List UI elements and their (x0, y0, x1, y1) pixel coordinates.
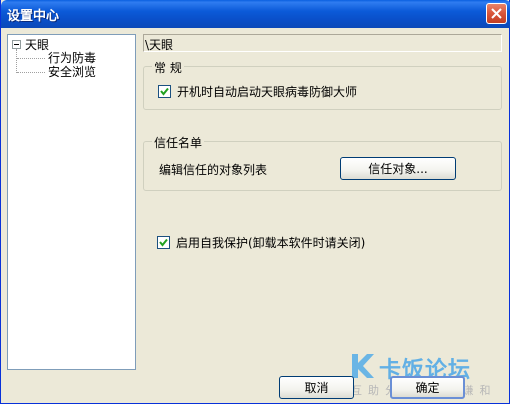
close-icon (491, 8, 502, 19)
ok-button[interactable]: 确定 (390, 376, 465, 399)
close-button[interactable] (486, 3, 507, 24)
breadcrumb: \天眼 (143, 34, 502, 52)
trust-group: 信任名单 编辑信任的对象列表 信任对象... (143, 134, 502, 191)
settings-tree[interactable]: 天眼 行为防毒 安全浏览 (7, 34, 136, 370)
general-group: 常 规 开机时自动启动天眼病毒防御大师 (143, 59, 502, 110)
settings-window: 设置中心 天眼 行为防毒 安全浏览 \天眼 常 规 开机时自动启动天眼病毒防御大… (0, 0, 510, 404)
tree-connector (16, 49, 17, 73)
checkmark-icon (160, 87, 169, 96)
tree-item-browsing[interactable]: 安全浏览 (48, 65, 96, 79)
tree-connector (17, 72, 45, 73)
checkmark-icon (159, 238, 168, 247)
general-legend: 常 规 (152, 59, 184, 76)
selfprotect-label: 启用自我保护(卸载本软件时请关闭) (176, 236, 366, 250)
cancel-button[interactable]: 取消 (279, 376, 354, 399)
tree-connector (17, 58, 45, 59)
trust-description: 编辑信任的对象列表 (159, 163, 268, 177)
tree-root-label: 天眼 (25, 37, 50, 52)
tree-item-behavior[interactable]: 行为防毒 (48, 51, 96, 65)
selfprotect-option[interactable]: 启用自我保护(卸载本软件时请关闭) (157, 234, 365, 251)
autostart-label: 开机时自动启动天眼病毒防御大师 (177, 85, 358, 99)
selfprotect-checkbox[interactable] (157, 236, 170, 249)
autostart-checkbox[interactable] (158, 85, 171, 98)
autostart-option[interactable]: 开机时自动启动天眼病毒防御大师 (158, 83, 357, 100)
title-bar[interactable]: 设置中心 (1, 0, 510, 28)
trust-objects-button[interactable]: 信任对象... (340, 157, 456, 180)
window-title: 设置中心 (7, 9, 60, 24)
tree-item-root[interactable]: 天眼 (12, 37, 50, 52)
collapse-icon[interactable] (12, 39, 21, 49)
trust-legend: 信任名单 (152, 134, 205, 151)
breadcrumb-text: \天眼 (145, 38, 174, 52)
